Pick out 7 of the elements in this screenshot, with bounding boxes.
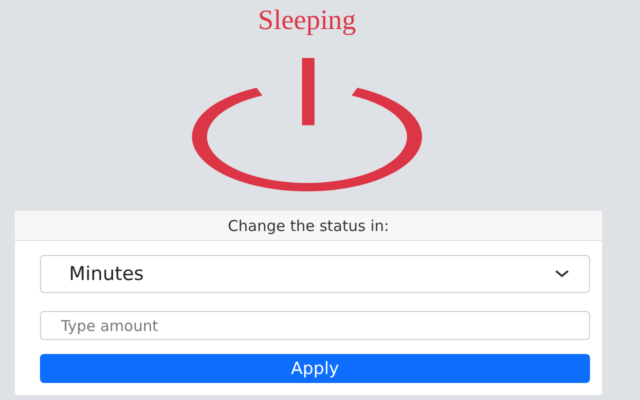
apply-button[interactable]: Apply: [40, 354, 590, 383]
select-value: Minutes: [69, 263, 144, 285]
chevron-down-icon: [555, 270, 569, 278]
card-header: Change the status in:: [15, 211, 602, 241]
amount-field[interactable]: Type amount: [40, 311, 590, 340]
status-title: Sleeping: [258, 4, 356, 38]
unit-select[interactable]: Minutes: [40, 255, 590, 293]
